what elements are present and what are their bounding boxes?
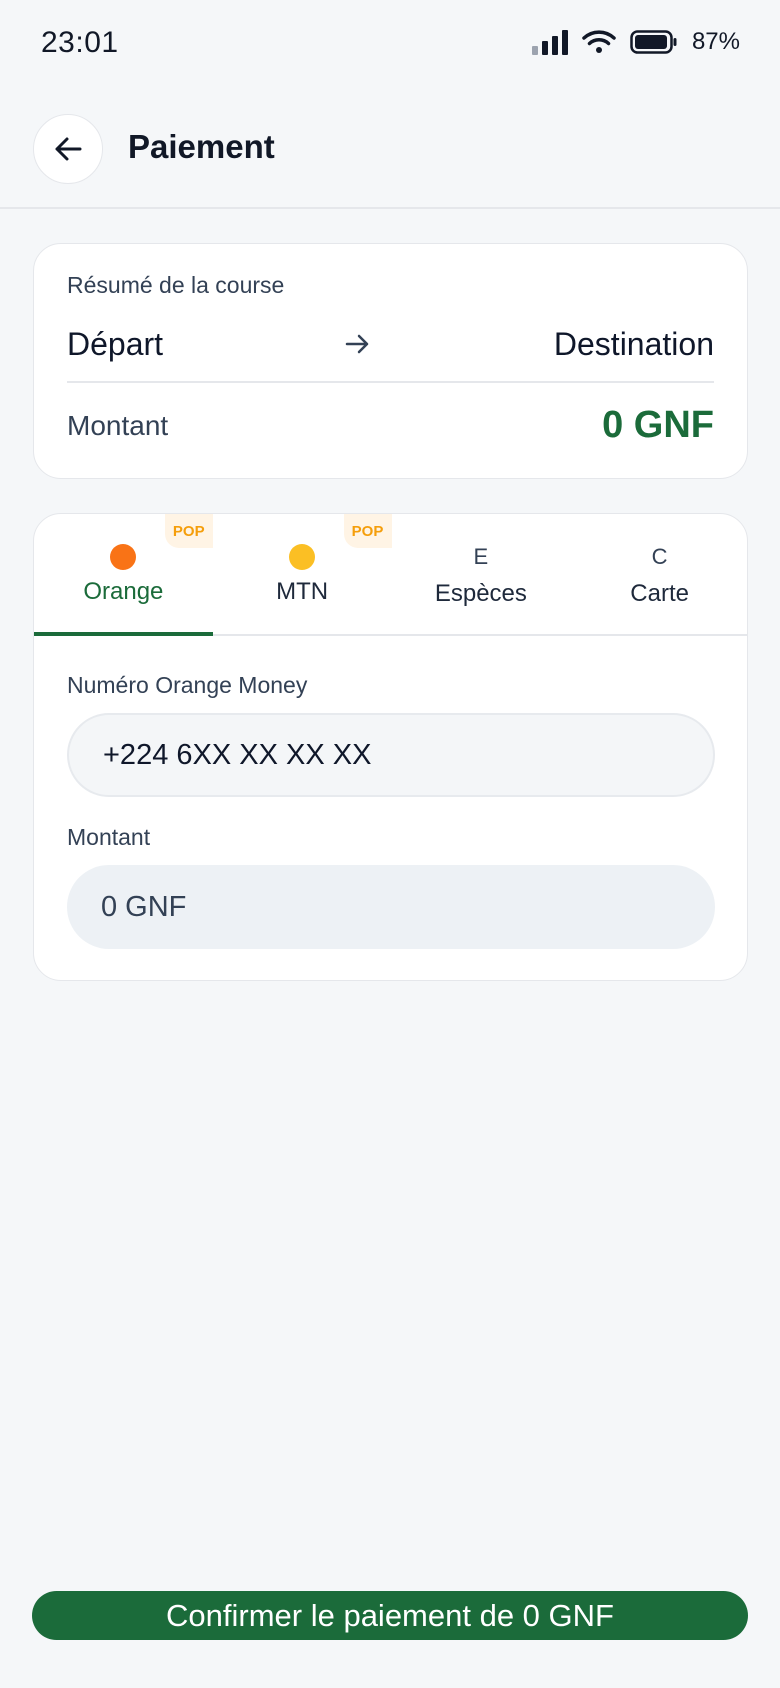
tab-carte[interactable]: C Carte	[570, 514, 747, 634]
summary-amount-value: 0 GNF	[602, 404, 714, 446]
phone-field-label: Numéro Orange Money	[67, 672, 308, 698]
amount-input: 0 GNF	[67, 865, 715, 949]
tab-label: MTN	[276, 578, 329, 605]
summary-amount-label: Montant	[67, 410, 169, 441]
amount-field-label: Montant	[67, 824, 151, 850]
tab-label: Espèces	[434, 580, 527, 607]
tab-mtn[interactable]: POP MTN	[213, 514, 392, 634]
status-icons: 87%	[531, 28, 740, 56]
back-button[interactable]	[33, 114, 103, 184]
arrow-right-icon	[346, 334, 369, 354]
divider	[67, 381, 714, 383]
yellow-dot-icon	[289, 544, 316, 570]
page-title: Paiement	[128, 128, 275, 165]
confirm-payment-button[interactable]: Confirmer le paiement de 0 GNF	[32, 1591, 748, 1640]
status-bar: 23:01 87%	[0, 0, 780, 90]
card-icon: C	[651, 544, 668, 569]
tab-especes[interactable]: E Espèces	[392, 514, 571, 634]
summary-label: Résumé de la course	[67, 272, 285, 298]
cash-icon: E	[473, 544, 489, 569]
tab-label: Orange	[83, 578, 164, 605]
arrow-left-icon	[55, 137, 82, 161]
status-time: 23:01	[41, 26, 119, 59]
battery-icon	[630, 30, 677, 54]
tab-label: Carte	[630, 580, 689, 607]
ride-summary-card: Résumé de la course Départ Destination M…	[33, 243, 748, 479]
payment-method-tabs: POP Orange POP MTN E Espèces C Carte	[34, 514, 747, 636]
phone-input[interactable]: +224 6XX XX XX XX	[67, 713, 715, 797]
pop-badge: POP	[343, 514, 392, 548]
payment-card: POP Orange POP MTN E Espèces C Carte Num…	[33, 513, 748, 981]
orange-dot-icon	[110, 544, 137, 570]
tab-orange[interactable]: POP Orange	[34, 514, 213, 636]
wifi-icon	[582, 30, 616, 53]
route: Départ Destination	[67, 322, 714, 366]
header: Paiement	[0, 90, 780, 209]
destination-label: Destination	[553, 325, 714, 362]
departure-label: Départ	[67, 325, 164, 362]
pop-badge: POP	[164, 514, 213, 548]
battery-percentage: 87%	[691, 28, 740, 55]
signal-icon	[531, 29, 568, 55]
